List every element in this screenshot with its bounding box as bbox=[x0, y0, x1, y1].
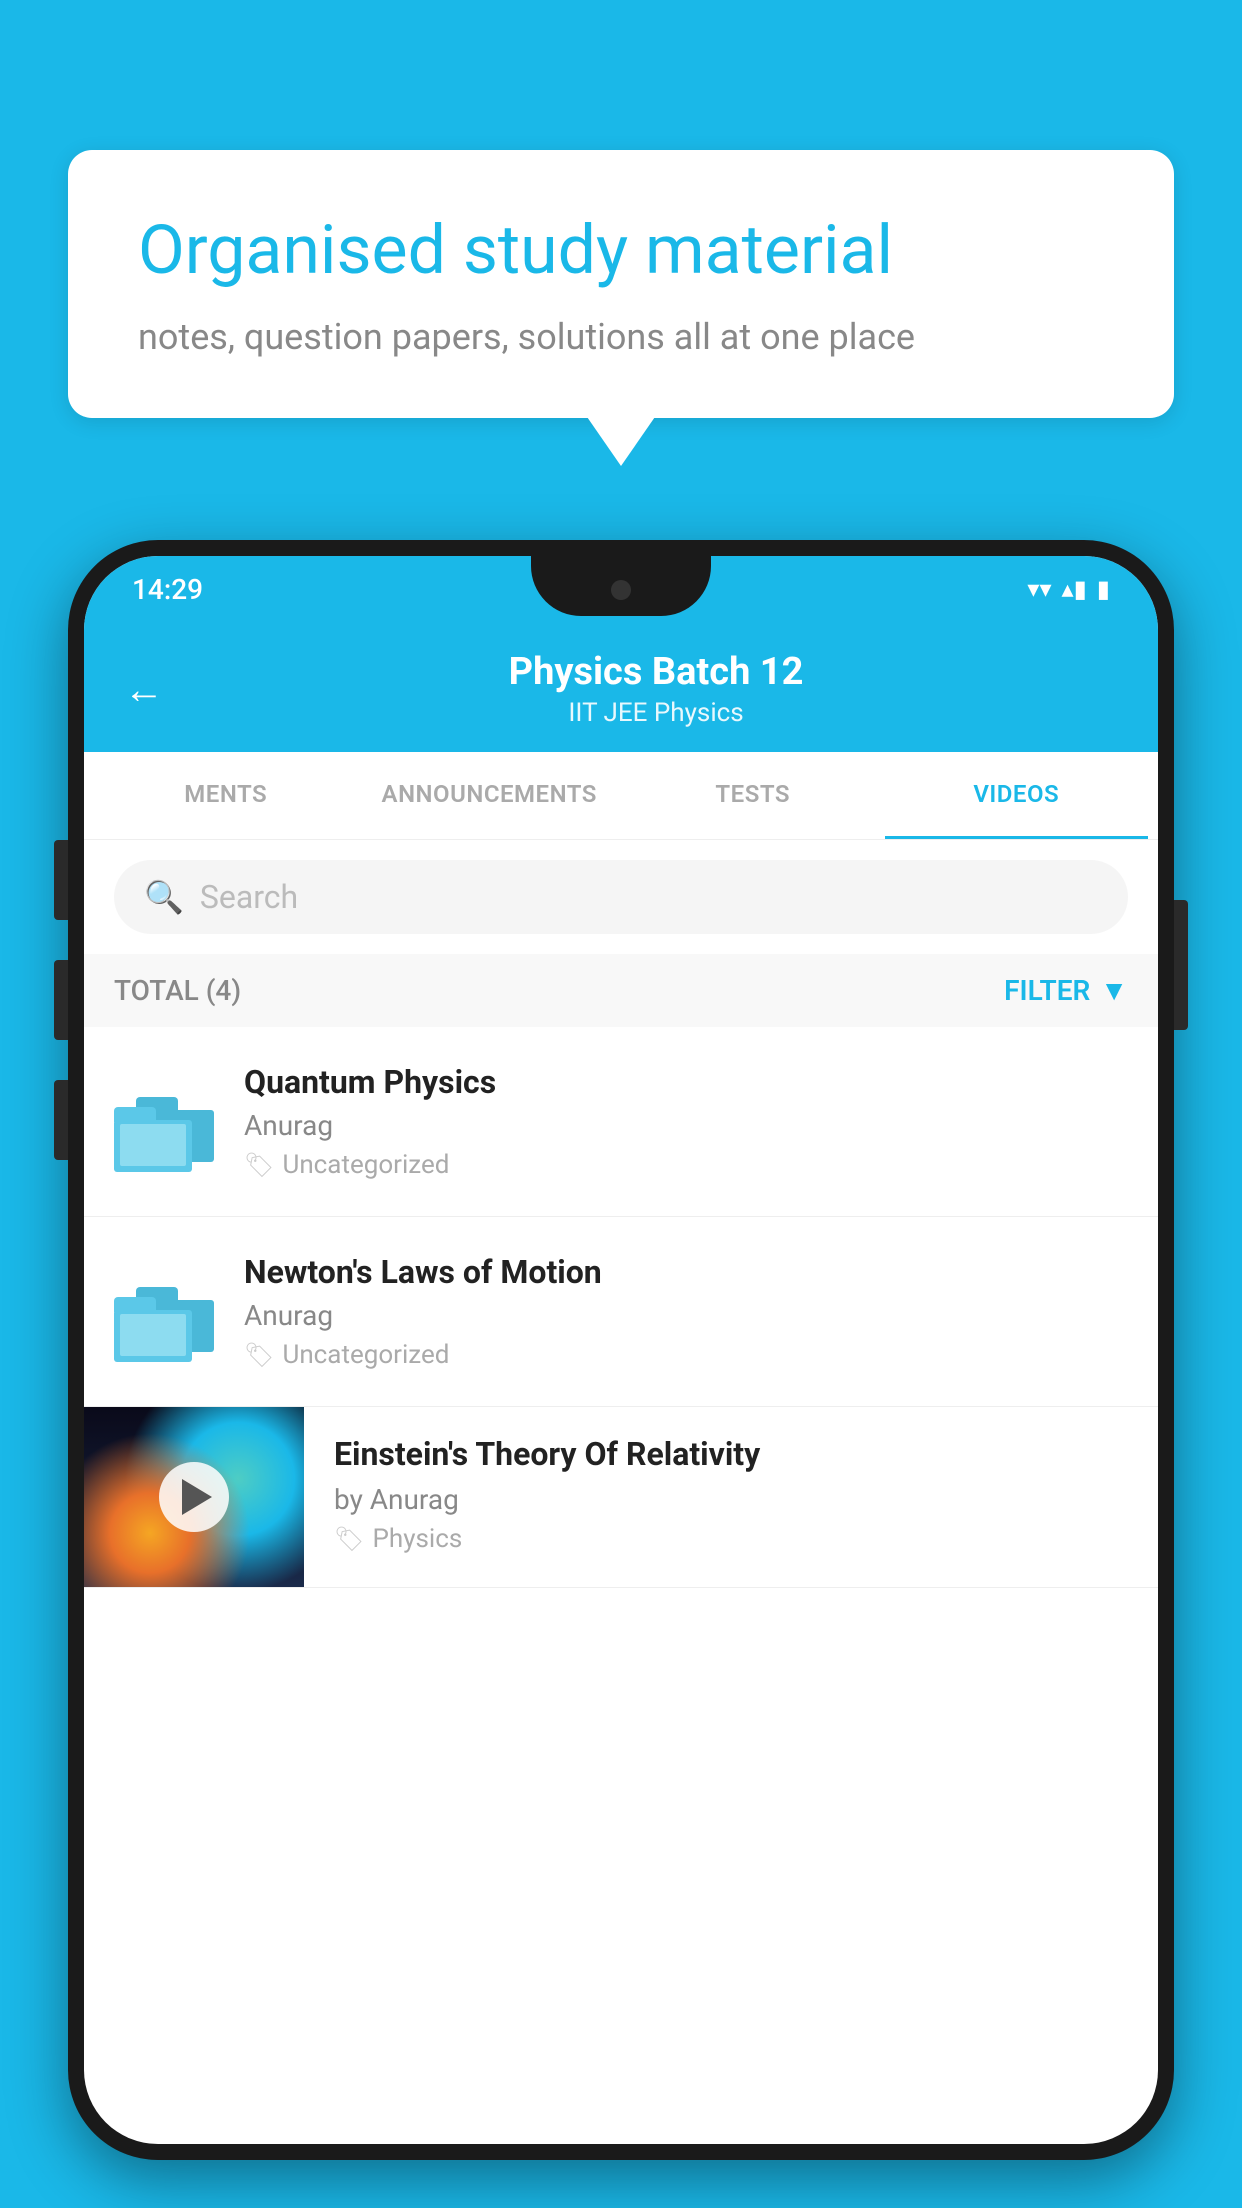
bubble-subtitle: notes, question papers, solutions all at… bbox=[138, 316, 1104, 358]
tabs-bar: MENTS ANNOUNCEMENTS TESTS VIDEOS bbox=[84, 752, 1158, 840]
filter-button[interactable]: FILTER ▼ bbox=[1004, 974, 1128, 1007]
tag-text-3: Physics bbox=[372, 1524, 462, 1554]
video-title-2: Newton's Laws of Motion bbox=[244, 1253, 1128, 1291]
folder-front-body bbox=[114, 1120, 192, 1172]
folder-front-inner bbox=[120, 1124, 186, 1166]
bubble-title: Organised study material bbox=[138, 210, 1104, 292]
folder-icon bbox=[114, 1262, 214, 1362]
tab-videos[interactable]: VIDEOS bbox=[885, 752, 1149, 839]
video-info-1: Quantum Physics Anurag 🏷 Uncategorized bbox=[244, 1063, 1128, 1180]
status-time: 14:29 bbox=[132, 573, 203, 606]
search-bar[interactable]: 🔍 Search bbox=[114, 860, 1128, 934]
video-info-2: Newton's Laws of Motion Anurag 🏷 Uncateg… bbox=[244, 1253, 1128, 1370]
list-item[interactable]: Einstein's Theory Of Relativity by Anura… bbox=[84, 1407, 1158, 1588]
header-title-block: Physics Batch 12 IIT JEE Physics bbox=[194, 650, 1118, 728]
tab-announcements[interactable]: ANNOUNCEMENTS bbox=[358, 752, 622, 839]
wifi-icon: ▾▾ bbox=[1027, 575, 1051, 603]
video-thumbnail-3 bbox=[84, 1407, 304, 1587]
back-button[interactable]: ← bbox=[124, 666, 164, 713]
play-icon bbox=[182, 1479, 212, 1515]
app-header: ← Physics Batch 12 IIT JEE Physics bbox=[84, 622, 1158, 752]
speech-bubble-container: Organised study material notes, question… bbox=[68, 150, 1174, 418]
video-tag-1: 🏷 Uncategorized bbox=[244, 1150, 1128, 1180]
phone-screen: 14:29 ▾▾ ▴▮ ▮ ← Physics Batch 12 IIT JEE… bbox=[84, 556, 1158, 2144]
folder-front-body bbox=[114, 1310, 192, 1362]
header-title: Physics Batch 12 bbox=[194, 650, 1118, 694]
total-count: TOTAL (4) bbox=[114, 974, 241, 1007]
tab-tests[interactable]: TESTS bbox=[621, 752, 885, 839]
folder-thumbnail-1 bbox=[114, 1067, 214, 1177]
status-icons: ▾▾ ▴▮ ▮ bbox=[1027, 575, 1110, 603]
list-item[interactable]: Newton's Laws of Motion Anurag 🏷 Uncateg… bbox=[84, 1217, 1158, 1407]
video-author-2: Anurag bbox=[244, 1299, 1128, 1332]
filter-icon: ▼ bbox=[1100, 974, 1128, 1007]
filter-bar: TOTAL (4) FILTER ▼ bbox=[84, 954, 1158, 1027]
phone-frame: 14:29 ▾▾ ▴▮ ▮ ← Physics Batch 12 IIT JEE… bbox=[68, 540, 1174, 2160]
battery-icon: ▮ bbox=[1097, 575, 1110, 603]
video-author-1: Anurag bbox=[244, 1109, 1128, 1142]
tag-text-1: Uncategorized bbox=[282, 1150, 449, 1180]
video-tag-3: 🏷 Physics bbox=[334, 1524, 1128, 1554]
search-container: 🔍 Search bbox=[84, 840, 1158, 954]
folder-icon bbox=[114, 1072, 214, 1172]
list-item[interactable]: Quantum Physics Anurag 🏷 Uncategorized bbox=[84, 1027, 1158, 1217]
tag-icon-3: 🏷 bbox=[334, 1525, 364, 1553]
tag-text-2: Uncategorized bbox=[282, 1340, 449, 1370]
notch bbox=[531, 556, 711, 616]
speech-bubble: Organised study material notes, question… bbox=[68, 150, 1174, 418]
camera-dot bbox=[611, 580, 631, 600]
search-icon: 🔍 bbox=[144, 878, 184, 916]
tag-icon-1: 🏷 bbox=[244, 1151, 274, 1179]
video-tag-2: 🏷 Uncategorized bbox=[244, 1340, 1128, 1370]
tab-ments[interactable]: MENTS bbox=[94, 752, 358, 839]
folder-front bbox=[114, 1297, 192, 1362]
folder-front-inner bbox=[120, 1314, 186, 1356]
tag-icon-2: 🏷 bbox=[244, 1341, 274, 1369]
play-button[interactable] bbox=[159, 1462, 229, 1532]
video-title-1: Quantum Physics bbox=[244, 1063, 1128, 1101]
header-subtitle: IIT JEE Physics bbox=[194, 698, 1118, 728]
signal-icon: ▴▮ bbox=[1062, 575, 1087, 603]
status-bar: 14:29 ▾▾ ▴▮ ▮ bbox=[84, 556, 1158, 622]
filter-label: FILTER bbox=[1004, 974, 1090, 1007]
phone-wrapper: 14:29 ▾▾ ▴▮ ▮ ← Physics Batch 12 IIT JEE… bbox=[68, 540, 1174, 2160]
video-list: Quantum Physics Anurag 🏷 Uncategorized bbox=[84, 1027, 1158, 1588]
video-title-3: Einstein's Theory Of Relativity bbox=[334, 1435, 1128, 1473]
folder-front bbox=[114, 1107, 192, 1172]
search-placeholder: Search bbox=[200, 878, 298, 916]
folder-thumbnail-2 bbox=[114, 1257, 214, 1367]
video-author-3: by Anurag bbox=[334, 1483, 1128, 1516]
video-info-3: Einstein's Theory Of Relativity by Anura… bbox=[304, 1407, 1158, 1582]
